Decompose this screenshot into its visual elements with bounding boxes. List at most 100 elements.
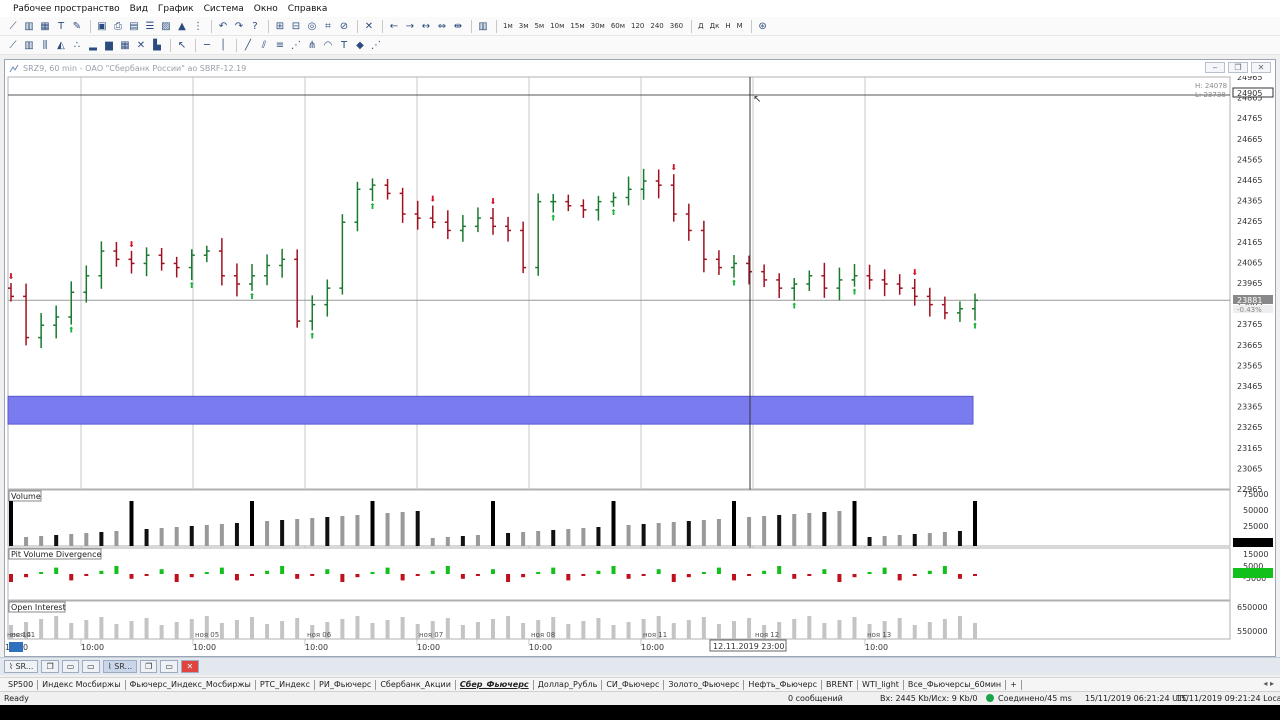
timeframe-button[interactable]: 30м <box>589 22 607 30</box>
grid-icon[interactable]: ▤ <box>127 19 141 33</box>
vline-icon[interactable]: │ <box>216 38 230 52</box>
fit-icon[interactable]: ⇹ <box>451 19 465 33</box>
add-tab-button[interactable]: + <box>1006 679 1022 690</box>
menu-system[interactable]: Система <box>199 4 249 14</box>
hline-icon[interactable]: ─ <box>200 38 214 52</box>
tab-scroll-arrows-icon[interactable]: ◂ ▸ <box>1263 679 1274 688</box>
line-chart-icon[interactable]: ⟋ <box>6 38 20 52</box>
chart-window-titlebar[interactable]: SRZ9, 60 min - ОАО "Сбербанк России" ао … <box>5 60 1275 76</box>
workspace-tab[interactable]: Индекс Мосбиржы <box>38 679 126 690</box>
menu-workspace[interactable]: Рабочее пространство <box>8 4 125 14</box>
zoom-in-icon[interactable]: ⇔ <box>435 19 449 33</box>
cursor-icon[interactable]: ↖ <box>175 38 189 52</box>
bar-chart-icon[interactable]: ▥ <box>22 19 36 33</box>
list-icon[interactable] <box>9 642 23 652</box>
window-button-active[interactable]: ⌇ SR... <box>102 660 138 673</box>
timeframe-button[interactable]: 240 <box>648 22 665 30</box>
timeframe-button[interactable]: 60м <box>609 22 627 30</box>
workspace-tab[interactable]: Все_Фьючерсы_60мин <box>904 679 1007 690</box>
menu-chart[interactable]: График <box>153 4 199 14</box>
volume-icon[interactable]: ▆ <box>102 38 116 52</box>
dots-icon[interactable]: ∴ <box>70 38 84 52</box>
pin-icon[interactable]: ⋮ <box>191 19 205 33</box>
timeframe-button[interactable]: М <box>735 22 745 30</box>
workspace-tab[interactable]: РТС_Индекс <box>256 679 316 690</box>
add-study-icon[interactable]: ⊟ <box>289 19 303 33</box>
stop-icon[interactable]: ⊘ <box>337 19 351 33</box>
timeframe-button[interactable]: 15м <box>568 22 586 30</box>
timeframe-button[interactable]: Д <box>696 22 705 30</box>
workspace-tab[interactable]: Сбербанк_Акции <box>376 679 456 690</box>
maximize-icon[interactable]: ▭ <box>61 660 80 673</box>
timeframe-button[interactable]: 120 <box>629 22 646 30</box>
pitchfork-icon[interactable]: ⋔ <box>305 38 319 52</box>
ts-icon[interactable]: T <box>54 19 68 33</box>
timeframe-button[interactable]: 360 <box>668 22 685 30</box>
close-icon[interactable]: ✕ <box>362 19 376 33</box>
bar-chart-icon[interactable]: ▥ <box>22 38 36 52</box>
bars-icon[interactable]: ▥ <box>476 19 490 33</box>
timeframe-button[interactable]: 10м <box>548 22 566 30</box>
timeframe-button[interactable]: 5м <box>532 22 546 30</box>
workspace-tab[interactable]: WTI_light <box>858 679 904 690</box>
area-icon[interactable]: ◭ <box>54 38 68 52</box>
restore-icon[interactable]: ❐ <box>140 660 158 673</box>
renko-icon[interactable]: ▦ <box>118 38 132 52</box>
pointfig-icon[interactable]: ✕ <box>134 38 148 52</box>
pencil-icon[interactable]: ✎ <box>70 19 84 33</box>
timeframe-button[interactable]: Н <box>723 22 732 30</box>
fib-fan-icon[interactable]: ⋰ <box>289 38 303 52</box>
menu-window[interactable]: Окно <box>249 4 283 14</box>
text-icon[interactable]: T <box>337 38 351 52</box>
trendline-icon[interactable]: ╱ <box>241 38 255 52</box>
scroll-left-icon[interactable]: ← <box>387 19 401 33</box>
minimize-icon[interactable]: ‒ <box>1205 62 1225 73</box>
timeframe-button[interactable]: 1м <box>501 22 515 30</box>
restore-icon[interactable]: ❐ <box>41 660 59 673</box>
target-icon[interactable]: ◎ <box>305 19 319 33</box>
stacked-icon[interactable]: ▙ <box>150 38 164 52</box>
link-icon[interactable]: ⊛ <box>756 19 770 33</box>
undo-icon[interactable]: ↶ <box>216 19 230 33</box>
print-icon[interactable]: ⎙ <box>111 19 125 33</box>
close-icon[interactable]: ✕ <box>1251 62 1271 73</box>
menu-help[interactable]: Справка <box>283 4 333 14</box>
table-icon[interactable]: ▦ <box>38 19 52 33</box>
histogram-icon[interactable]: ▂ <box>86 38 100 52</box>
timeframe-button[interactable]: 3м <box>517 22 531 30</box>
zoom-out-icon[interactable]: ↔ <box>419 19 433 33</box>
add-indicator-icon[interactable]: ⊞ <box>273 19 287 33</box>
workspace-tab[interactable]: СИ_Фьючерс <box>602 679 665 690</box>
shapes-icon[interactable]: ◆ <box>353 38 367 52</box>
crop-icon[interactable]: ⌗ <box>321 19 335 33</box>
workspace-tab[interactable]: РИ_Фьючерс <box>315 679 377 690</box>
save-icon[interactable]: ▨ <box>159 19 173 33</box>
window-button[interactable]: ⌇ SR... <box>4 660 39 673</box>
workspace-tab[interactable]: Фьючерс_Индекс_Мосбиржы <box>126 679 256 690</box>
gann-icon[interactable]: ⋰ <box>369 38 383 52</box>
workspace-tab[interactable]: Золото_Фьючерс <box>664 679 745 690</box>
maximize-icon[interactable]: ▭ <box>160 660 178 673</box>
open-icon[interactable]: ▣ <box>95 19 109 33</box>
workspace-tab[interactable]: BRENT <box>822 679 859 690</box>
fib-icon[interactable]: ≡ <box>273 38 287 52</box>
help-icon[interactable]: ? <box>248 19 262 33</box>
channel-icon[interactable]: ⫽ <box>257 38 271 52</box>
bell-icon[interactable]: ▲ <box>175 19 189 33</box>
minimize-icon[interactable]: ▭ <box>82 660 100 673</box>
workspace-tab[interactable]: Сбер_Фьючерс <box>456 679 534 690</box>
workspace-tab[interactable]: SP500 <box>4 679 39 690</box>
menu-view[interactable]: Вид <box>125 4 153 14</box>
restore-icon[interactable]: ❐ <box>1228 62 1248 73</box>
line-chart-icon[interactable]: ⟋ <box>6 19 20 33</box>
scroll-right-icon[interactable]: → <box>403 19 417 33</box>
workspace-tab[interactable]: Доллар_Рубль <box>534 679 603 690</box>
price-chart[interactable]: 2496524865247652466524565244652436524265… <box>5 76 1275 656</box>
redo-icon[interactable]: ↷ <box>232 19 246 33</box>
close-icon[interactable]: ✕ <box>180 660 199 673</box>
workspace-tab[interactable]: Нефть_Фьючерс <box>744 679 823 690</box>
candles-icon[interactable]: ⫼ <box>38 38 52 52</box>
arc-icon[interactable]: ◠ <box>321 38 335 52</box>
timeframe-button[interactable]: Дк <box>708 22 722 30</box>
list-icon[interactable]: ☰ <box>143 19 157 33</box>
